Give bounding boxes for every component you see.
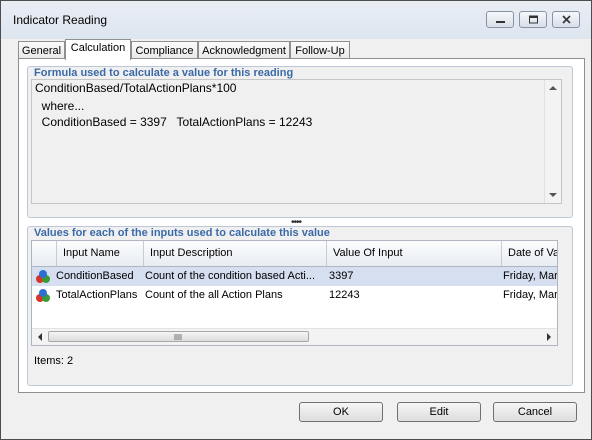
colored-balls-icon — [36, 289, 50, 302]
row-input-description: Count of the all Action Plans — [145, 289, 283, 301]
grip-icon — [174, 334, 182, 340]
grid-header: Input Name Input Description Value Of In… — [32, 241, 557, 267]
row-input-description: Count of the condition based Acti... — [145, 270, 316, 282]
scroll-down-icon[interactable] — [549, 192, 557, 198]
scrollbar-thumb[interactable] — [48, 331, 309, 342]
table-row[interactable]: ConditionBased Count of the condition ba… — [32, 267, 558, 286]
cancel-button[interactable]: Cancel — [493, 402, 577, 422]
scroll-up-icon[interactable] — [549, 85, 557, 91]
tab-compliance[interactable]: Compliance — [131, 41, 198, 59]
colored-balls-icon — [36, 270, 50, 283]
header-input-description[interactable]: Input Description — [143, 241, 326, 266]
tab-acknowledgment[interactable]: Acknowledgment — [198, 41, 290, 59]
inputs-group-title: Values for each of the inputs used to ca… — [34, 227, 330, 239]
scroll-left-icon[interactable] — [37, 333, 43, 341]
items-count: Items: 2 — [34, 355, 74, 367]
minimize-icon — [496, 21, 505, 23]
grid-horizontal-scrollbar[interactable] — [32, 328, 557, 345]
dialog-window: Indicator Reading General Calculation Co… — [0, 0, 592, 440]
table-row[interactable]: TotalActionPlans Count of the all Action… — [32, 286, 558, 305]
tab-general[interactable]: General — [18, 41, 65, 59]
row-value-of-input: 3397 — [329, 270, 354, 282]
formula-vertical-scrollbar[interactable] — [544, 80, 561, 203]
formula-text-box[interactable]: ConditionBased/TotalActionPlans*100 wher… — [31, 79, 562, 204]
formula-where-line: where... — [35, 99, 85, 113]
minimize-button[interactable] — [486, 11, 514, 28]
ok-button[interactable]: OK — [299, 402, 383, 422]
tab-follow-up[interactable]: Follow-Up — [290, 41, 350, 59]
header-input-name[interactable]: Input Name — [56, 241, 143, 266]
header-date-of-value[interactable]: Date of Va — [501, 241, 557, 266]
inputs-grid: Input Name Input Description Value Of In… — [31, 240, 558, 346]
close-icon — [562, 15, 571, 24]
formula-group: Formula used to calculate a value for th… — [27, 66, 573, 218]
window-title: Indicator Reading — [13, 13, 108, 27]
title-bar: Indicator Reading — [1, 1, 591, 39]
formula-values-line: ConditionBased = 3397 TotalActionPlans =… — [35, 115, 313, 129]
inputs-group: Values for each of the inputs used to ca… — [27, 226, 573, 386]
header-icon-column — [32, 241, 56, 266]
formula-line: ConditionBased/TotalActionPlans*100 — [35, 81, 237, 95]
header-value-of-input[interactable]: Value Of Input — [326, 241, 501, 266]
edit-button[interactable]: Edit — [397, 402, 481, 422]
row-input-name: ConditionBased — [56, 270, 134, 282]
close-button[interactable] — [552, 11, 580, 28]
row-input-name: TotalActionPlans — [56, 289, 138, 301]
tab-calculation[interactable]: Calculation — [65, 39, 131, 60]
scroll-right-icon[interactable] — [546, 333, 552, 341]
formula-group-title: Formula used to calculate a value for th… — [34, 67, 294, 79]
calculation-panel: Formula used to calculate a value for th… — [18, 58, 585, 393]
row-date-of-value: Friday, Marc — [503, 270, 558, 282]
maximize-icon — [529, 15, 538, 24]
row-value-of-input: 12243 — [329, 289, 360, 301]
maximize-button[interactable] — [519, 11, 547, 28]
row-date-of-value: Friday, Marc — [503, 289, 558, 301]
